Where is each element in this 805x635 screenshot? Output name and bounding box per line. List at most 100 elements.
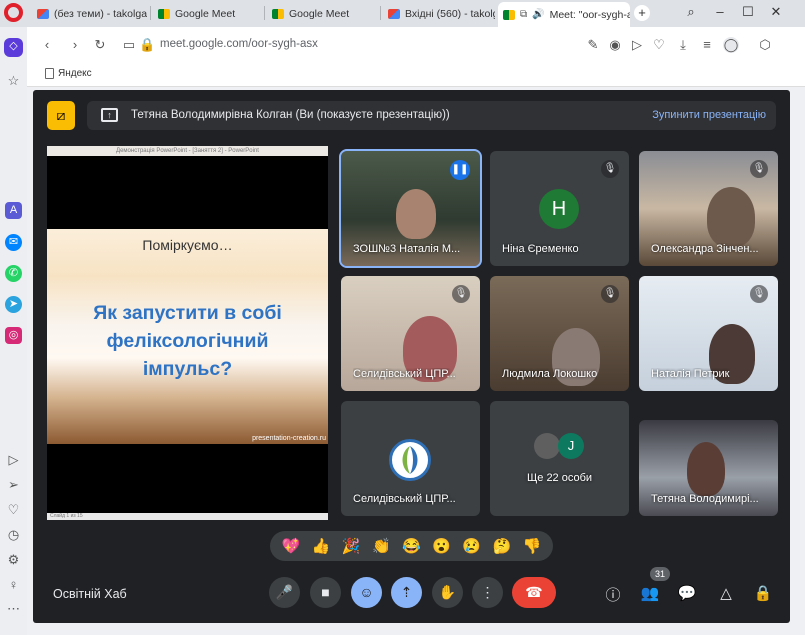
slide-question: Як запустити в собі феліксологічний імпу…	[93, 302, 282, 380]
raise-hand-button[interactable]: ✋	[432, 577, 463, 608]
mic-off-icon: 🎙	[601, 285, 619, 303]
opera-sidebar: ◇ ☆ A ✉ ✆ ➤ ◎ ▷ ➢ ♡ ◷ ⚙ ♀ ⋯	[0, 27, 27, 635]
reaction-surprised[interactable]: 😮	[432, 537, 451, 555]
speaker-icon[interactable]: 🔊	[532, 9, 544, 20]
browser-tab-meet-active[interactable]: ⧉ 🔊 Meet: "oor-sygh-a	[498, 2, 630, 27]
participant-tile[interactable]: Тетяна Володимирі...	[639, 420, 778, 516]
presenting-banner: ↑ Тетяна Володимирівна Колган (Ви (показ…	[87, 101, 776, 130]
aria-icon[interactable]: A	[5, 202, 22, 219]
more-participants-tile[interactable]: J Ще 22 особи	[490, 401, 629, 516]
info-icon[interactable]: ⓘ	[603, 584, 623, 605]
more-icon[interactable]: ⋯	[5, 600, 22, 617]
presentation-view: Демонстрація PowerPoint - [Заняття 2] - …	[47, 146, 328, 520]
slide-content: Поміркуємо… Як запустити в собі феліксол…	[47, 229, 328, 444]
camera-site-icon[interactable]: ▭	[121, 37, 137, 53]
slide-subtitle: Поміркуємо…	[142, 237, 233, 253]
player-icon[interactable]: ▷	[5, 451, 22, 468]
tips-icon[interactable]: ♀	[5, 576, 22, 593]
settings-icon[interactable]: ⚙	[5, 551, 22, 568]
edit-icon[interactable]: ✎	[585, 37, 601, 53]
reaction-sad[interactable]: 😢	[462, 537, 481, 555]
snapshot-icon[interactable]: ◉	[607, 37, 623, 53]
profile-icon[interactable]: ◯	[723, 37, 739, 53]
tab-label: Google Meet	[289, 7, 350, 20]
back-icon[interactable]: ‹	[39, 37, 55, 53]
participant-name: Людмила Локошко	[502, 368, 598, 380]
minimize-icon[interactable]: –	[711, 4, 729, 19]
browser-tab-meet-1[interactable]: Google Meet	[153, 3, 261, 24]
participant-tile[interactable]: Селидівський ЦПР...	[341, 401, 480, 516]
meet-icon	[503, 9, 515, 20]
meet-icon	[272, 8, 284, 19]
opera-logo-icon[interactable]	[4, 3, 23, 22]
camera-button[interactable]: ■	[310, 577, 341, 608]
participant-tile[interactable]: 🎙 Наталія Петрик	[639, 276, 778, 391]
forward-icon[interactable]: ›	[67, 37, 83, 53]
messenger-icon[interactable]: ✉	[5, 234, 22, 251]
gmail-icon	[37, 8, 49, 19]
tab-label: Вхідні (560) - takolgan	[405, 7, 495, 20]
extensions-icon[interactable]: ⬡	[757, 37, 773, 53]
chat-icon[interactable]: 💬	[677, 584, 697, 602]
bookmark-yandex[interactable]: Яндекс	[45, 68, 92, 79]
workspace-icon[interactable]: ◇	[4, 38, 23, 57]
tab-label: (без теми) - takolgan	[54, 7, 147, 20]
maximize-icon[interactable]: ☐	[739, 4, 757, 20]
close-icon[interactable]: ✕	[767, 4, 785, 20]
participant-name: Наталія Петрик	[651, 368, 730, 380]
bookmark-heart-icon[interactable]: ♡	[651, 37, 667, 53]
search-icon[interactable]: ⌕	[682, 4, 700, 20]
browser-tab-meet-2[interactable]: Google Meet	[267, 3, 377, 24]
reaction-clap[interactable]: 👏	[372, 537, 391, 555]
reaction-sparkling-heart[interactable]: 💖	[282, 537, 301, 555]
participant-tile[interactable]: 🎙 Селидівський ЦПР...	[341, 276, 480, 391]
participant-tile[interactable]: Н 🎙 Ніна Єременко	[490, 151, 629, 266]
history-icon[interactable]: ◷	[5, 526, 22, 543]
mic-off-icon: 🎙	[452, 285, 470, 303]
reaction-thinking[interactable]: 🤔	[492, 537, 511, 555]
reaction-thumbs-down[interactable]: 👎	[523, 537, 542, 555]
microphone-button[interactable]: 🎤	[269, 577, 300, 608]
heart-icon[interactable]: ♡	[5, 501, 22, 518]
people-icon[interactable]: 👥	[640, 584, 660, 602]
play-icon[interactable]: ▷	[629, 37, 645, 53]
slide-url: presentation-creation.ru	[252, 435, 326, 442]
telegram-icon[interactable]: ➤	[5, 296, 22, 313]
download-icon[interactable]: ⤓	[675, 37, 691, 53]
leave-call-button[interactable]: ☎	[512, 577, 556, 608]
menu-lines-icon[interactable]: ≡	[699, 37, 715, 53]
reactions-bar: 💖 👍 🎉 👏 😂 😮 😢 🤔 👎	[270, 531, 553, 561]
mic-off-icon: 🎙	[750, 285, 768, 303]
avatar: Н	[539, 189, 579, 229]
browser-tab-gmail-2[interactable]: Вхідні (560) - takolgan	[383, 3, 495, 24]
participant-tile[interactable]: 🎙 Людмила Локошко	[490, 276, 629, 391]
participant-name: Селидівський ЦПР...	[353, 368, 456, 380]
whatsapp-icon[interactable]: ✆	[5, 265, 22, 282]
activities-icon[interactable]: △	[716, 584, 736, 602]
home-icon[interactable]: ☆	[5, 72, 22, 89]
participant-tile[interactable]: 🎙 Олександра Зінчен...	[639, 151, 778, 266]
reaction-party[interactable]: 🎉	[342, 537, 361, 555]
present-button[interactable]: ⇡	[391, 577, 422, 608]
address-bar[interactable]: meet.google.com/oor-sygh-asx	[160, 38, 318, 50]
avatar	[534, 433, 560, 459]
instagram-icon[interactable]: ◎	[5, 327, 22, 344]
participant-video	[707, 187, 755, 247]
no-presenting-icon[interactable]: ⧄	[47, 101, 75, 130]
participant-tile[interactable]: ❚❚ ЗОШ№3 Наталія М...	[339, 149, 482, 268]
new-tab-button[interactable]: +	[634, 5, 650, 21]
address-toolbar: ‹ › ↻ ▭ 🔒 meet.google.com/oor-sygh-asx ✎…	[27, 27, 805, 62]
host-controls-icon[interactable]: 🔒	[753, 584, 773, 602]
stop-presenting-button[interactable]: Зупинити презентацію	[652, 109, 766, 121]
avatar: J	[558, 433, 584, 459]
browser-tab-gmail-1[interactable]: (без теми) - takolgan	[32, 3, 147, 24]
meet-window: ⧄ ↑ Тетяна Володимирівна Колган (Ви (пок…	[33, 90, 790, 623]
send-icon[interactable]: ➢	[5, 476, 22, 493]
more-options-button[interactable]: ⋮	[472, 577, 503, 608]
emoji-button[interactable]: ☺	[351, 577, 382, 608]
reaction-laugh[interactable]: 😂	[402, 537, 421, 555]
reaction-thumbs-up[interactable]: 👍	[312, 537, 331, 555]
reload-icon[interactable]: ↻	[92, 37, 108, 53]
pip-icon[interactable]: ⧉	[520, 9, 527, 20]
tab-label: Meet: "oor-sygh-a	[549, 8, 630, 21]
